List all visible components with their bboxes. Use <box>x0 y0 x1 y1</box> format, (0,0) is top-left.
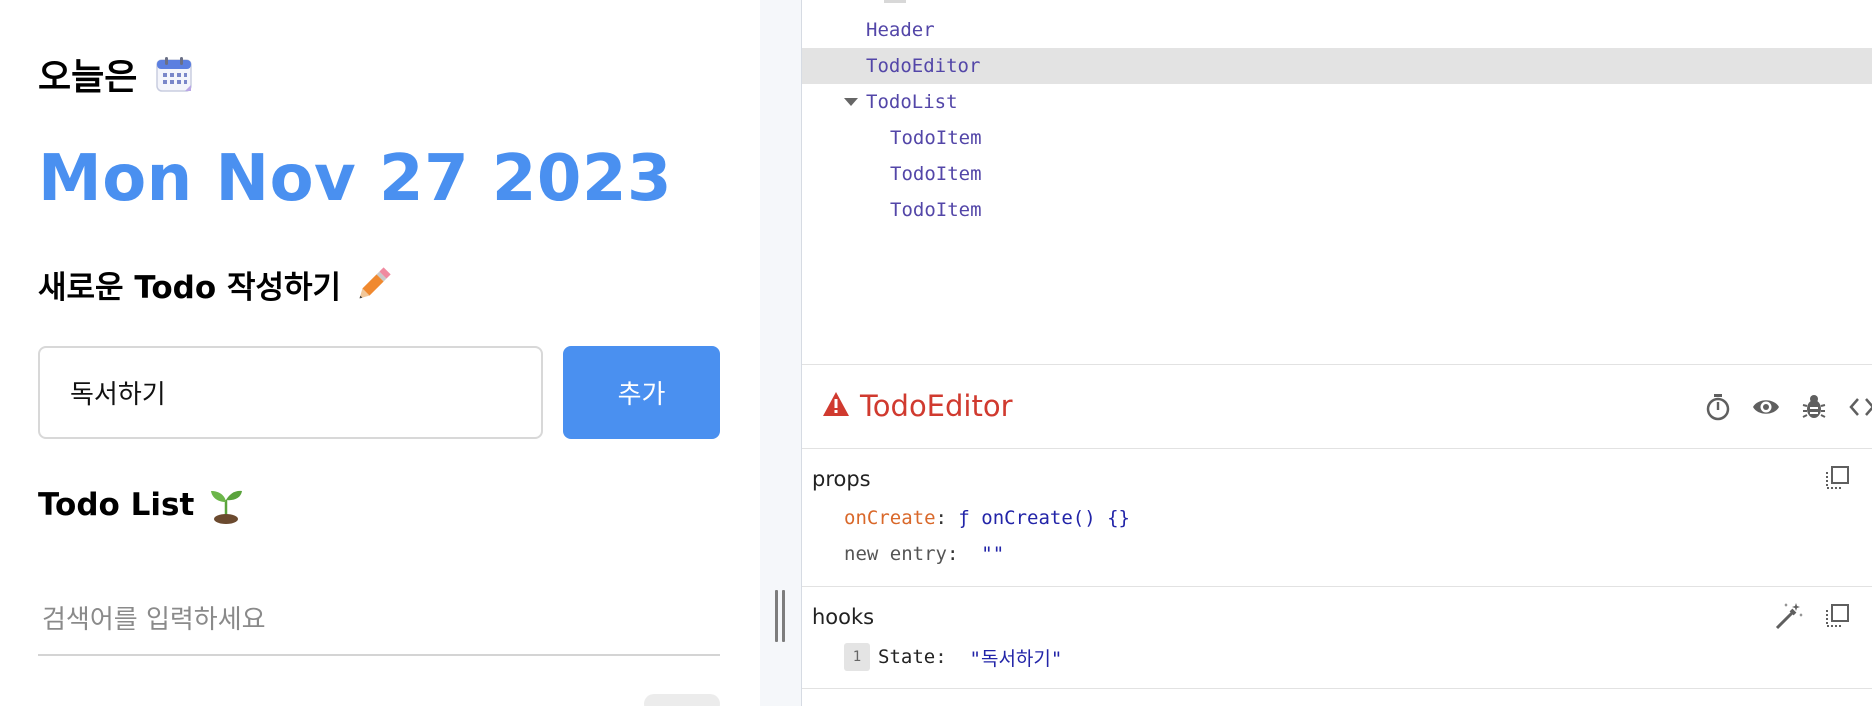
pencil-icon <box>359 266 391 298</box>
detail-header: TodoEditor <box>802 365 1872 449</box>
current-date: Mon Nov 27 2023 <box>38 142 672 216</box>
tree-row-todoeditor[interactable]: TodoEditor <box>802 48 1872 84</box>
hook-state[interactable]: 1 State: "독서하기" <box>844 643 1062 671</box>
tree-row-header[interactable]: Header <box>802 12 1872 48</box>
wand-icon[interactable] <box>1774 601 1804 631</box>
tree-row-todoitem[interactable]: TodoItem <box>802 192 1872 228</box>
todo-input[interactable]: 독서하기 <box>38 346 543 439</box>
tree-row-todoitem[interactable]: TodoItem <box>802 156 1872 192</box>
copy-icon[interactable] <box>1824 465 1850 491</box>
search-placeholder: 검색어를 입력하세요 <box>42 604 266 635</box>
new-todo-heading-text: 새로운 Todo 작성하기 <box>38 270 342 306</box>
resize-handle[interactable] <box>775 590 785 642</box>
component-tree: Header TodoEditor TodoList TodoItem Todo… <box>802 0 1872 364</box>
prop-key: onCreate <box>844 507 936 529</box>
add-button[interactable]: 추가 <box>563 346 720 439</box>
todo-input-value: 독서하기 <box>70 380 166 410</box>
hooks-title: hooks <box>812 605 875 629</box>
hook-key: State <box>878 646 936 668</box>
expand-arrow-icon[interactable] <box>844 98 858 106</box>
tree-row-label: TodoItem <box>890 127 982 149</box>
timer-icon[interactable] <box>1704 393 1732 421</box>
warning-icon <box>823 392 849 416</box>
search-input[interactable]: 검색어를 입력하세요 <box>38 580 720 656</box>
todo-app: 오늘은 Mon Nov 27 2023 새로운 Todo 작성하기 독서하기 추… <box>0 0 760 706</box>
tree-row-label: TodoItem <box>890 163 982 185</box>
selected-component-name: TodoEditor <box>860 389 1013 423</box>
prop-new-entry[interactable]: new entry: "" <box>844 543 1004 565</box>
tree-row-app-partial[interactable] <box>838 0 906 6</box>
today-heading: 오늘은 <box>38 48 193 100</box>
eye-icon[interactable] <box>1752 393 1780 421</box>
tree-row-todolist[interactable]: TodoList <box>802 84 1872 120</box>
todo-list-heading-text: Todo List <box>38 487 195 523</box>
prop-oncreate[interactable]: onCreate: ƒ onCreate() {} <box>844 507 1130 529</box>
hook-index: 1 <box>844 643 870 671</box>
detail-toolbar <box>1704 393 1872 421</box>
todo-list-heading: Todo List <box>38 486 244 524</box>
hooks-section: hooks 1 State: "독서하기" <box>802 587 1872 689</box>
props-title: props <box>812 467 871 491</box>
calendar-icon <box>156 57 193 92</box>
component-detail-panel: TodoEditor props onCreate: ƒ onCreate()… <box>802 364 1872 706</box>
new-todo-heading: 새로운 Todo 작성하기 <box>38 262 391 307</box>
bug-icon[interactable] <box>1800 393 1828 421</box>
prop-value: ƒ onCreate() {} <box>958 507 1130 529</box>
today-heading-text: 오늘은 <box>38 57 138 98</box>
tree-row-label: TodoItem <box>890 199 982 221</box>
tree-row-label: TodoEditor <box>866 55 981 77</box>
hook-value: "독서하기" <box>969 647 1063 670</box>
prop-value: "" <box>981 543 1005 565</box>
sprout-icon <box>211 490 243 524</box>
list-item-button-partial[interactable] <box>644 694 720 706</box>
copy-icon[interactable] <box>1824 603 1850 629</box>
props-section: props onCreate: ƒ onCreate() {} new entr… <box>802 449 1872 587</box>
prop-key: new entry <box>844 543 947 565</box>
code-icon[interactable] <box>1848 393 1872 421</box>
tree-row-label: TodoList <box>866 91 958 113</box>
react-devtools: Header TodoEditor TodoList TodoItem Todo… <box>802 0 1872 706</box>
tree-row-todoitem[interactable]: TodoItem <box>802 120 1872 156</box>
tree-row-label: Header <box>866 19 935 41</box>
